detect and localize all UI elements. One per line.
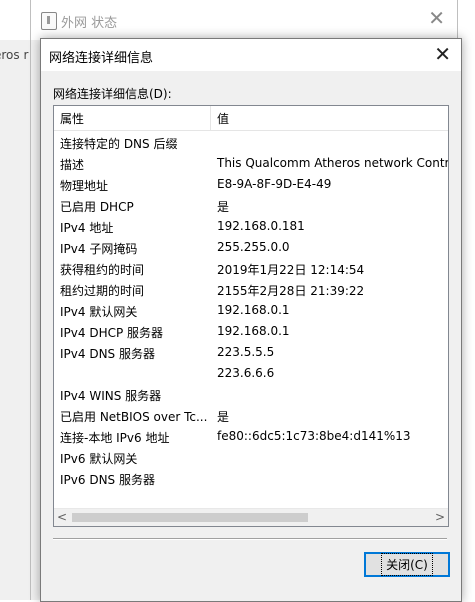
network-status-title: 外网 状态 xyxy=(61,16,118,31)
close-button[interactable]: 关闭(C) xyxy=(364,552,450,577)
list-item[interactable]: 已启用 DHCP 是 xyxy=(54,195,448,216)
property-name: 连接-本地 IPv6 地址 xyxy=(60,431,170,445)
list-item[interactable]: 已启用 NetBIOS over Tc... 是 xyxy=(54,405,448,426)
background-window: eros r xyxy=(0,0,32,600)
list-item[interactable]: IPv4 DNS 服务器 223.5.5.5 xyxy=(54,342,448,363)
divider xyxy=(53,538,447,540)
background-text: eros r xyxy=(0,48,29,62)
property-value: E8-9A-8F-9D-E4-49 xyxy=(217,177,332,191)
property-value: fe80::6dc5:1c73:8be4:d141%13 xyxy=(217,429,411,443)
close-icon[interactable]: ✕ xyxy=(434,44,451,64)
details-listview[interactable]: 属性 值 连接特定的 DNS 后缀 描述 This Qualcomm Atheros… xyxy=(53,105,449,527)
property-name: IPv4 默认网关 xyxy=(60,305,138,319)
property-name: IPv4 DNS 服务器 xyxy=(60,347,155,361)
property-value: 是 xyxy=(217,200,230,214)
property-value: 2155年2月28日 21:39:22 xyxy=(217,284,365,298)
network-details-dialog: 网络连接详细信息 ✕ 网络连接详细信息(D): 属性 值 连接特定的 DNS 后… xyxy=(40,38,462,602)
background-titlebar xyxy=(0,0,32,40)
property-value: 223.5.5.5 xyxy=(217,345,275,359)
dialog-titlebar: 网络连接详细信息 ✕ xyxy=(41,39,461,71)
details-section-label: 网络连接详细信息(D): xyxy=(53,87,172,101)
listview-rows: 连接特定的 DNS 后缀 描述 This Qualcomm Atheros netw… xyxy=(54,132,448,489)
column-header-value[interactable]: 值 xyxy=(217,110,229,127)
list-item[interactable]: IPv4 DHCP 服务器 192.168.0.1 xyxy=(54,321,448,342)
property-name: 物理地址 xyxy=(60,179,109,193)
property-name: 已启用 DHCP xyxy=(60,200,134,214)
list-item[interactable]: IPv4 子网掩码 255.255.0.0 xyxy=(54,237,448,258)
list-item[interactable]: 获得租约的时间 2019年1月22日 12:14:54 xyxy=(54,258,448,279)
list-item[interactable]: 物理地址 E8-9A-8F-9D-E4-49 xyxy=(54,174,448,195)
list-item[interactable]: IPv4 WINS 服务器 xyxy=(54,384,448,405)
list-item[interactable]: IPv4 地址 192.168.0.181 xyxy=(54,216,448,237)
listview-header: 属性 值 xyxy=(54,106,448,131)
list-item[interactable]: IPv6 默认网关 xyxy=(54,447,448,468)
property-name: IPv6 DNS 服务器 xyxy=(60,473,155,487)
property-value: 192.168.0.1 xyxy=(217,324,290,338)
property-name: 连接特定的 DNS 后缀 xyxy=(60,137,178,151)
column-header-property[interactable]: 属性 xyxy=(60,110,84,127)
property-name: IPv4 子网掩码 xyxy=(60,242,138,256)
property-value: 是 xyxy=(217,410,230,424)
property-name: 已启用 NetBIOS over Tc... xyxy=(60,410,208,424)
property-name: IPv4 DHCP 服务器 xyxy=(60,326,164,340)
list-item[interactable]: IPv4 默认网关 192.168.0.1 xyxy=(54,300,448,321)
column-separator[interactable] xyxy=(210,106,211,130)
property-name: 描述 xyxy=(60,158,85,172)
list-item[interactable]: 223.6.6.6 xyxy=(54,363,448,384)
property-value: 2019年1月22日 12:14:54 xyxy=(217,263,365,277)
close-icon[interactable]: ✕ xyxy=(428,8,445,28)
property-value: 223.6.6.6 xyxy=(217,366,275,380)
list-item[interactable]: 租约过期的时间 2155年2月28日 21:39:22 xyxy=(54,279,448,300)
property-name: IPv6 默认网关 xyxy=(60,452,138,466)
close-button-label: 关闭(C) xyxy=(381,553,433,576)
property-name: IPv4 WINS 服务器 xyxy=(60,389,162,403)
property-name: IPv4 地址 xyxy=(60,221,114,235)
list-item[interactable]: 描述 This Qualcomm Atheros network Contro xyxy=(54,153,448,174)
dialog-title: 网络连接详细信息 xyxy=(49,51,154,66)
horizontal-scrollbar[interactable]: < > xyxy=(54,508,448,526)
network-status-titlebar: 外网 状态 ✕ xyxy=(31,0,457,40)
network-status-icon xyxy=(41,12,57,30)
property-value: 192.168.0.1 xyxy=(217,303,290,317)
property-value: 192.168.0.181 xyxy=(217,219,305,233)
scroll-right-arrow-icon[interactable]: > xyxy=(435,510,445,524)
property-name: 获得租约的时间 xyxy=(60,263,145,277)
list-item[interactable]: 连接特定的 DNS 后缀 xyxy=(54,132,448,153)
property-value: 255.255.0.0 xyxy=(217,240,290,254)
list-item[interactable]: IPv6 DNS 服务器 xyxy=(54,468,448,489)
scrollbar-thumb[interactable] xyxy=(72,513,308,522)
property-value: This Qualcomm Atheros network Contro xyxy=(217,156,449,170)
list-item[interactable]: 连接-本地 IPv6 地址 fe80::6dc5:1c73:8be4:d141%1… xyxy=(54,426,448,447)
property-name: 租约过期的时间 xyxy=(60,284,145,298)
scroll-left-arrow-icon[interactable]: < xyxy=(57,510,67,524)
